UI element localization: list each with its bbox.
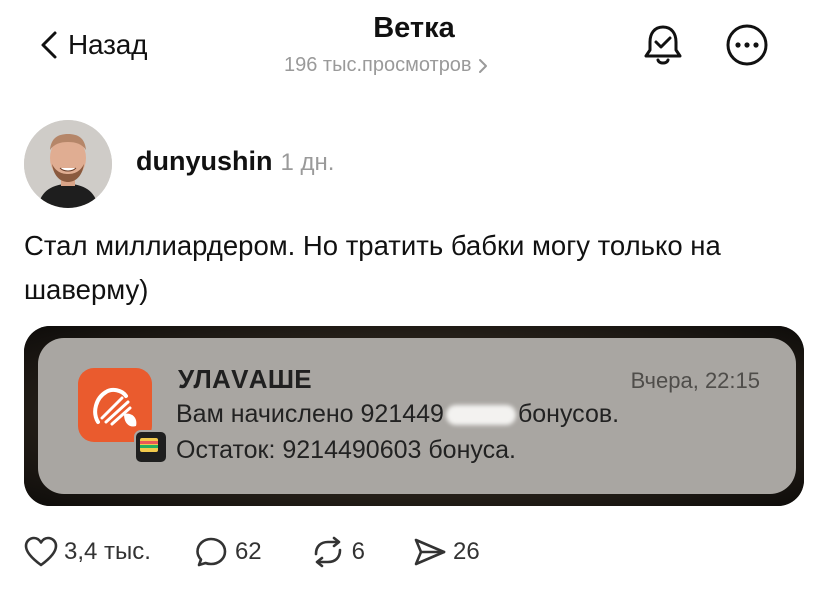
action-bar: 3,4 тыс. 62 6 26	[24, 532, 480, 572]
share-count: 26	[453, 538, 480, 565]
notification-bell-icon[interactable]	[640, 22, 686, 68]
notification-line-1-suffix: бонусов.	[517, 400, 620, 428]
author-row: dunyushin 1 дн.	[136, 146, 334, 177]
views-link[interactable]: 196 тыс.просмотров	[284, 54, 488, 77]
comment-icon	[196, 537, 227, 567]
notification-line-1-prefix: Вам начислено 921449	[176, 400, 444, 428]
notification-banner: УЛАVАШЕ Вчера, 22:15 Вам начислено 92144…	[38, 338, 796, 494]
repost-count: 6	[351, 538, 366, 565]
repost-icon	[314, 536, 341, 568]
like-count: 3,4 тыс.	[64, 538, 151, 565]
page-title: Ветка	[373, 12, 455, 44]
notification-line-1: Вам начислено 921449 бонусов.	[176, 400, 619, 429]
heart-icon	[24, 536, 58, 567]
thread-screen: Назад Ветка 196 тыс.просмотров dunyushin	[0, 0, 828, 595]
comment-count: 62	[234, 538, 262, 565]
notification-app-name: УЛАVАШЕ	[178, 364, 312, 394]
redacted-mask	[445, 405, 516, 426]
repost-button[interactable]: 6	[310, 536, 365, 568]
author-username[interactable]: dunyushin	[136, 146, 273, 177]
wallet-icon	[134, 430, 168, 464]
post-image[interactable]: УЛАVАШЕ Вчера, 22:15 Вам начислено 92144…	[24, 326, 804, 506]
notification-time: Вчера, 22:15	[630, 368, 760, 393]
views-count: 196 тыс.просмотров	[284, 54, 472, 76]
send-icon	[414, 538, 446, 566]
author-avatar[interactable]	[24, 120, 112, 208]
chevron-right-icon	[478, 58, 487, 73]
more-options-icon[interactable]	[724, 22, 770, 68]
comment-button[interactable]: 62	[195, 536, 262, 568]
avatar-photo	[24, 120, 112, 208]
share-button[interactable]: 26	[413, 536, 480, 568]
post-time: 1 дн.	[280, 149, 335, 176]
post-text: Стал миллиардером. Но тратить бабки могу…	[24, 230, 721, 305]
notification-line-2: Остаток: 9214490603 бонуса.	[176, 436, 516, 464]
like-button[interactable]: 3,4 тыс.	[24, 536, 151, 568]
